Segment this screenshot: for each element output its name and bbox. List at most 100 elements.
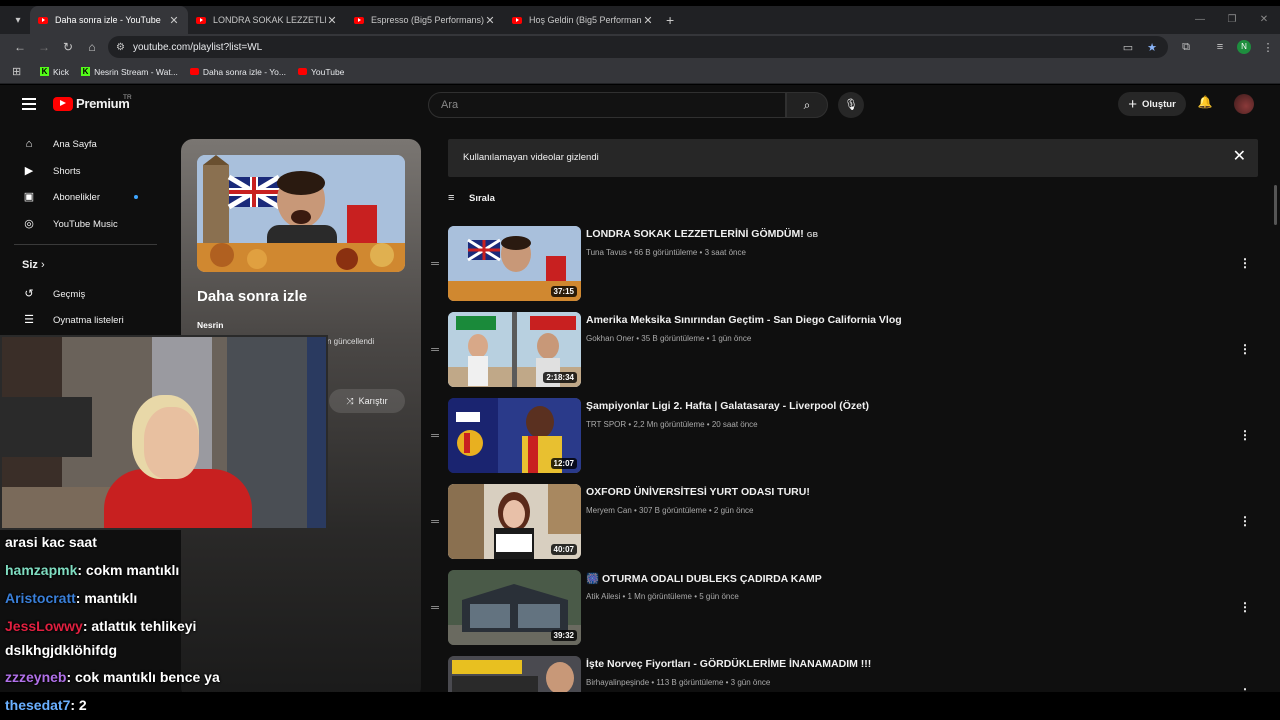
chat-username: zzzeyneb: [5, 669, 67, 685]
extensions-icon[interactable]: ⧉: [1174, 41, 1198, 54]
video-thumbnail[interactable]: 37:15: [448, 226, 581, 301]
video-title[interactable]: 🎆 OTURMA ODALI DUBLEKS ÇADIRDA KAMP: [586, 572, 822, 585]
more-actions-icon[interactable]: ⋮: [1238, 686, 1252, 692]
browser-menu-icon[interactable]: ⋮: [1256, 41, 1280, 54]
bookmark-youtube[interactable]: YouTube: [298, 67, 344, 77]
close-tab-icon[interactable]: ✕: [168, 14, 180, 27]
sidebar-item-shorts[interactable]: ▶ Shorts: [22, 162, 81, 180]
video-title[interactable]: Amerika Meksika Sınırından Geçtim - San …: [586, 314, 902, 326]
window-controls: — ❐ ✕: [1184, 6, 1280, 34]
video-thumbnail[interactable]: [448, 656, 581, 692]
drag-handle-icon[interactable]: ═: [428, 602, 442, 614]
video-title-text: Amerika Meksika Sınırından Geçtim - San …: [586, 314, 902, 326]
drag-handle-icon[interactable]: ═: [428, 258, 442, 270]
playlist-video-row[interactable]: ═ İşte Norveç Fiyortları - GÖRDÜKLERİME …: [428, 656, 1258, 692]
channel-name[interactable]: Atik Ailesi: [586, 592, 620, 601]
bookmark-kick[interactable]: K Kick: [40, 67, 69, 77]
playlist-video-row[interactable]: ═ 39:32 🎆 OTURMA ODALI DUBLEKS ÇADIRDA K…: [428, 570, 1258, 650]
video-title[interactable]: Şampiyonlar Ligi 2. Hafta | Galatasaray …: [586, 400, 869, 412]
create-button[interactable]: + Oluştur: [1118, 92, 1186, 116]
bookmark-watch-later[interactable]: Daha sonra izle - Yo...: [189, 67, 286, 77]
youtube-favicon-icon: [189, 68, 199, 75]
video-thumbnail[interactable]: 39:32: [448, 570, 581, 645]
playlist-thumbnail[interactable]: [197, 155, 405, 272]
upload-age: 5 gün önce: [699, 592, 739, 601]
channel-name[interactable]: TRT SPOR: [586, 420, 626, 429]
playlist-video-row[interactable]: ═ 37:15 LONDRA SOKAK LEZZETLERİNİ GÖMDÜM…: [428, 226, 1258, 306]
playlist-owner[interactable]: Nesrin: [197, 320, 223, 330]
more-actions-icon[interactable]: ⋮: [1238, 256, 1252, 270]
restore-icon[interactable]: ❐: [1216, 6, 1248, 34]
voice-search-button[interactable]: 🎙: [838, 92, 864, 118]
bookmark-nesrin-stream[interactable]: K Nesrin Stream - Wat...: [81, 67, 178, 77]
close-icon[interactable]: ✕: [1233, 149, 1246, 165]
playlist-video-row[interactable]: ═ 12:07 Şampiyonlar Ligi 2. Hafta | Gala…: [428, 398, 1258, 478]
url-bar[interactable]: ⚙ youtube.com/playlist?list=WL: [108, 36, 1168, 58]
more-actions-icon[interactable]: ⋮: [1238, 514, 1252, 528]
menu-icon[interactable]: [22, 98, 36, 110]
drag-handle-icon[interactable]: ═: [428, 344, 442, 356]
reload-icon[interactable]: ↻: [56, 40, 80, 54]
new-tab-icon[interactable]: +: [666, 12, 674, 28]
drag-handle-icon[interactable]: ═: [428, 430, 442, 442]
home-icon[interactable]: ⌂: [80, 40, 104, 54]
channel-name[interactable]: Tuna Tavus: [586, 248, 627, 257]
browser-tab[interactable]: LONDRA SOKAK LEZZETLERİNİ ✕: [188, 6, 346, 34]
video-thumbnail[interactable]: 40:07: [448, 484, 581, 559]
youtube-logo[interactable]: Premium TR: [53, 94, 132, 111]
more-actions-icon[interactable]: ⋮: [1238, 428, 1252, 442]
bookmark-star-icon[interactable]: ★: [1140, 41, 1164, 54]
channel-name[interactable]: Birhayalinpeşinde: [586, 678, 649, 687]
shuffle-button[interactable]: ⤨ Karıştır: [329, 389, 405, 413]
sort-button[interactable]: ≡ Sırala: [448, 192, 495, 204]
minimize-icon[interactable]: —: [1184, 6, 1216, 34]
shuffle-icon: ⤨: [346, 395, 354, 406]
forward-icon[interactable]: →: [32, 40, 56, 54]
page-scrollbar[interactable]: [1274, 185, 1277, 225]
video-thumbnail[interactable]: 2:18:34: [448, 312, 581, 387]
video-title[interactable]: OXFORD ÜNİVERSİTESİ YURT ODASI TURU!: [586, 486, 810, 498]
upload-age: 3 gün önce: [730, 678, 771, 687]
playlist-video-row[interactable]: ═ 40:07 OXFORD ÜNİVERSİTESİ YURT ODASI T…: [428, 484, 1258, 564]
sidebar-you-header[interactable]: Siz ›: [22, 259, 45, 271]
back-icon[interactable]: ←: [8, 40, 32, 54]
logo-country: TR: [123, 94, 132, 101]
cast-icon[interactable]: ▭: [1116, 41, 1140, 54]
youtube-favicon-icon: [354, 16, 364, 24]
close-tab-icon[interactable]: ✕: [484, 14, 496, 27]
more-actions-icon[interactable]: ⋮: [1238, 600, 1252, 614]
drag-handle-icon[interactable]: ═: [428, 516, 442, 528]
profile-avatar[interactable]: N: [1237, 40, 1251, 54]
channel-name[interactable]: Meryem Can: [586, 506, 632, 515]
video-thumbnail[interactable]: 12:07: [448, 398, 581, 473]
tab-search-icon[interactable]: ▾: [6, 8, 30, 32]
chat-message: dslkhgjdklöhifdg: [5, 642, 117, 658]
browser-tab-bar: ▾ Daha sonra izle - YouTube ✕ LONDRA SOK…: [0, 6, 1280, 34]
video-title[interactable]: LONDRA SOKAK LEZZETLERİNİ GÖMDÜM! GB: [586, 228, 818, 240]
more-actions-icon[interactable]: ⋮: [1238, 342, 1252, 356]
sidebar-item-youtube-music[interactable]: ◎ YouTube Music: [22, 215, 118, 233]
drag-handle-icon[interactable]: ═: [428, 688, 442, 692]
sidebar-item-subscriptions[interactable]: ▣ Abonelikler: [22, 188, 162, 206]
close-tab-icon[interactable]: ✕: [642, 14, 654, 27]
channel-name[interactable]: Gokhan Oner: [586, 334, 634, 343]
search-button[interactable]: ⌕: [786, 92, 828, 118]
media-icon[interactable]: ≡: [1208, 41, 1232, 53]
browser-tab[interactable]: Hoş Geldin (Big5 Performans) - ✕: [504, 6, 662, 34]
sidebar-item-history[interactable]: ↺ Geçmiş: [22, 285, 85, 303]
sidebar-item-playlists[interactable]: ☰ Oynatma listeleri: [22, 311, 124, 329]
video-title[interactable]: İşte Norveç Fiyortları - GÖRDÜKLERİME İN…: [586, 658, 871, 670]
browser-tab[interactable]: Daha sonra izle - YouTube ✕: [30, 6, 188, 34]
notifications-bell-icon[interactable]: 🔔: [1196, 95, 1214, 113]
account-avatar[interactable]: [1234, 94, 1254, 114]
playlist-video-row[interactable]: ═ 2:18:34 Amerika Meksika Sınırından Geç…: [428, 312, 1258, 392]
video-duration: 2:18:34: [543, 372, 577, 383]
site-info-icon[interactable]: ⚙: [116, 42, 125, 53]
search-input[interactable]: Ara: [428, 92, 786, 118]
close-tab-icon[interactable]: ✕: [326, 14, 338, 27]
streamer-head: [144, 407, 199, 479]
sidebar-item-home[interactable]: ⌂ Ana Sayfa: [22, 135, 97, 153]
apps-grid-icon[interactable]: ⊞: [12, 65, 30, 78]
close-window-icon[interactable]: ✕: [1248, 6, 1280, 34]
browser-tab[interactable]: Espresso (Big5 Performans) - A ✕: [346, 6, 504, 34]
